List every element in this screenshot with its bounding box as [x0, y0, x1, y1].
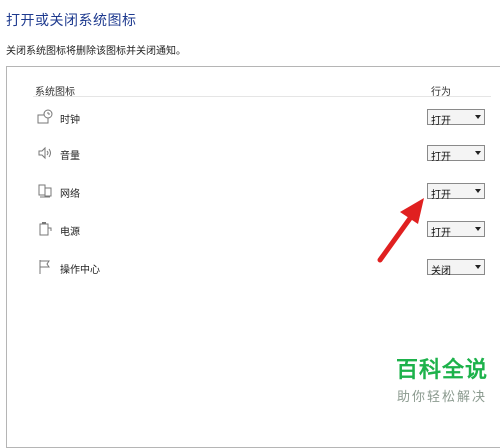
chevron-down-icon: [475, 227, 481, 231]
behavior-dropdown-clock[interactable]: 打开: [427, 109, 485, 127]
red-arrow-annotation: [377, 198, 424, 263]
dropdown-value: 打开: [431, 190, 451, 201]
system-icon-row-action-center: 操作中心 关闭: [7, 257, 500, 279]
system-icon-row-volume: 音量 打开: [7, 143, 500, 165]
behavior-dropdown-power[interactable]: 打开: [427, 221, 485, 239]
watermark-brand: 百科全说: [395, 358, 488, 383]
clock-icon: [37, 109, 53, 125]
behavior-dropdown-action-center[interactable]: 关闭: [427, 259, 485, 277]
system-icon-label: 网络: [60, 189, 80, 200]
system-icon-label: 时钟: [60, 115, 80, 126]
chevron-down-icon: [475, 115, 481, 119]
page-title: 打开或关闭系统图标: [6, 13, 137, 29]
power-icon: [37, 221, 53, 237]
chevron-down-icon: [475, 151, 481, 155]
dropdown-value: 关闭: [431, 266, 451, 277]
chevron-down-icon: [475, 265, 481, 269]
watermark-slogan: 助你轻松解决: [396, 390, 487, 405]
system-icon-row-network: 网络 打开: [7, 181, 500, 203]
system-icon-label: 电源: [60, 227, 80, 238]
chevron-down-icon: [475, 189, 481, 193]
system-icon-label: 音量: [60, 151, 80, 162]
action-center-flag-icon: [37, 259, 53, 275]
header-divider: [33, 96, 491, 97]
volume-icon: [37, 145, 53, 161]
page-description: 关闭系统图标将删除该图标并关闭通知。: [6, 46, 186, 57]
system-icon-label: 操作中心: [60, 265, 100, 276]
network-icon: [37, 183, 53, 199]
behavior-dropdown-volume[interactable]: 打开: [427, 145, 485, 163]
dropdown-value: 打开: [431, 116, 451, 127]
system-icon-row-power: 电源 打开: [7, 219, 500, 241]
dropdown-value: 打开: [431, 228, 451, 239]
watermark: 百科全说 助你轻松解决: [396, 352, 488, 405]
behavior-dropdown-network[interactable]: 打开: [427, 183, 485, 201]
dropdown-value: 打开: [431, 152, 451, 163]
system-icon-row-clock: 时钟 打开: [7, 107, 500, 129]
